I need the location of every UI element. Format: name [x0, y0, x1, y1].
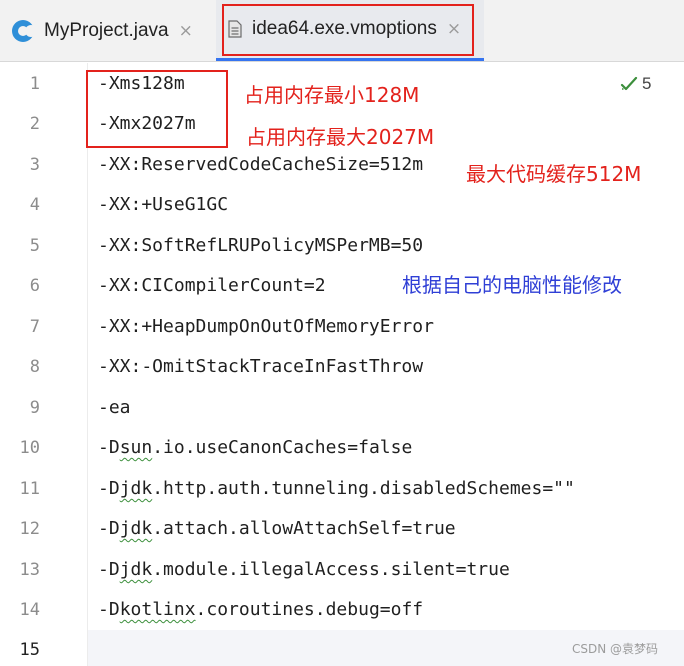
tab-label: idea64.exe.vmoptions — [252, 18, 437, 39]
code-line[interactable]: -Dkotlinx.coroutines.debug=off — [98, 599, 423, 620]
spelling-squiggle: jdk — [119, 559, 153, 580]
annotation-modify: 根据自己的电脑性能修改 — [402, 273, 622, 297]
spelling-squiggle: jdk — [119, 518, 153, 539]
code-token: .coroutines.debug=off — [195, 599, 424, 620]
editor-tab-bar: MyProject.java × idea64.exe.vmoptions × — [0, 0, 684, 62]
watermark: CSDN @袁梦码 — [572, 642, 659, 656]
spelling-squiggle: jdk — [119, 478, 153, 499]
memory-options-highlight-box — [86, 70, 228, 148]
java-class-icon — [12, 19, 37, 42]
close-icon[interactable]: × — [179, 21, 193, 41]
spelling-squiggle: sun — [119, 437, 153, 458]
tab-myproject-java[interactable]: MyProject.java × — [0, 0, 212, 61]
inspection-count: 5 — [642, 74, 652, 93]
code-line[interactable]: -Djdk.module.illegalAccess.silent=true — [98, 559, 510, 580]
inspection-widget[interactable]: 5 — [620, 74, 651, 94]
annotation-xmx: 占用内存最大2027M — [246, 125, 435, 149]
annotation-xms: 占用内存最小128M — [244, 83, 420, 107]
tab-label: MyProject.java — [44, 19, 169, 41]
code-token: .attach.allowAttachSelf=true — [152, 518, 456, 539]
code-line[interactable]: -XX:+HeapDumpOnOutOfMemoryError — [98, 316, 434, 337]
code-token: .module.illegalAccess.silent=true — [152, 559, 510, 580]
spelling-squiggle: kotlinx — [119, 599, 196, 620]
annotation-codecache: 最大代码缓存512M — [466, 162, 642, 186]
line-number: 3 — [29, 155, 40, 175]
code-token: -D — [98, 599, 120, 620]
code-token: .io.useCanonCaches=false — [152, 437, 413, 458]
code-token: -D — [98, 478, 120, 499]
close-icon[interactable]: × — [447, 19, 461, 39]
code-token: .http.auth.tunneling.disabledSchemes="" — [152, 478, 575, 499]
line-number: 9 — [29, 398, 40, 418]
line-number: 15 — [19, 640, 40, 660]
line-number: 14 — [19, 600, 40, 620]
line-number: 4 — [29, 195, 40, 215]
line-number: 13 — [19, 560, 40, 580]
code-token: -D — [98, 518, 120, 539]
line-number: 5 — [29, 236, 40, 256]
code-line[interactable]: -ea — [98, 397, 131, 418]
text-file-icon — [228, 20, 242, 38]
code-line[interactable]: -XX:+UseG1GC — [98, 194, 228, 215]
tab-idea64-vmoptions[interactable]: idea64.exe.vmoptions × — [216, 0, 484, 61]
line-number: 6 — [29, 276, 40, 296]
code-token: -D — [98, 437, 120, 458]
line-number: 8 — [29, 357, 40, 377]
code-line[interactable]: -XX:ReservedCodeCacheSize=512m — [98, 154, 423, 175]
code-line[interactable]: -XX:-OmitStackTraceInFastThrow — [98, 356, 423, 377]
line-number: 11 — [19, 479, 40, 499]
line-number: 10 — [19, 438, 40, 458]
line-number: 7 — [29, 317, 40, 337]
line-number: 2 — [29, 114, 40, 134]
code-line[interactable]: -XX:CICompilerCount=2 — [98, 275, 326, 296]
checkmark-icon — [620, 76, 638, 91]
code-line[interactable]: -Djdk.http.auth.tunneling.disabledScheme… — [98, 478, 575, 499]
line-number: 1 — [29, 74, 40, 94]
code-line[interactable]: -XX:SoftRefLRUPolicyMSPerMB=50 — [98, 235, 423, 256]
code-token: -D — [98, 559, 120, 580]
code-line[interactable]: -Djdk.attach.allowAttachSelf=true — [98, 518, 456, 539]
line-number: 12 — [19, 519, 40, 539]
code-line[interactable]: -Dsun.io.useCanonCaches=false — [98, 437, 412, 458]
